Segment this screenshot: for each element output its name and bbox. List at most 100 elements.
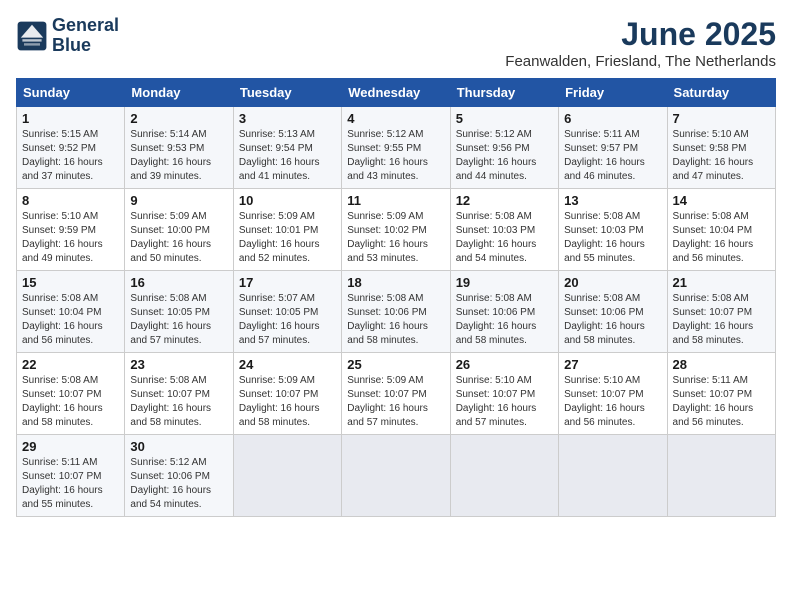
weekday-header-friday: Friday [559, 79, 667, 107]
page-header: General Blue June 2025 Feanwalden, Fries… [16, 16, 776, 70]
day-number: 10 [239, 193, 336, 208]
day-number: 8 [22, 193, 119, 208]
calendar-day-cell [233, 435, 341, 517]
calendar-day-cell: 4 Sunrise: 5:12 AM Sunset: 9:55 PM Dayli… [342, 107, 450, 189]
calendar-week-row: 15 Sunrise: 5:08 AM Sunset: 10:04 PM Day… [17, 271, 776, 353]
calendar-day-cell: 26 Sunrise: 5:10 AM Sunset: 10:07 PM Day… [450, 353, 558, 435]
day-info: Sunrise: 5:08 AM Sunset: 10:03 PM Daylig… [456, 210, 553, 266]
day-info: Sunrise: 5:08 AM Sunset: 10:07 PM Daylig… [130, 374, 227, 430]
calendar-day-cell: 25 Sunrise: 5:09 AM Sunset: 10:07 PM Day… [342, 353, 450, 435]
day-number: 17 [239, 275, 336, 290]
day-number: 26 [456, 357, 553, 372]
day-info: Sunrise: 5:08 AM Sunset: 10:06 PM Daylig… [347, 292, 444, 348]
day-number: 18 [347, 275, 444, 290]
day-info: Sunrise: 5:11 AM Sunset: 10:07 PM Daylig… [22, 456, 119, 512]
calendar-day-cell: 29 Sunrise: 5:11 AM Sunset: 10:07 PM Day… [17, 435, 125, 517]
location-title: Feanwalden, Friesland, The Netherlands [505, 53, 776, 70]
day-number: 22 [22, 357, 119, 372]
day-number: 27 [564, 357, 661, 372]
calendar-day-cell: 8 Sunrise: 5:10 AM Sunset: 9:59 PM Dayli… [17, 189, 125, 271]
calendar-day-cell: 5 Sunrise: 5:12 AM Sunset: 9:56 PM Dayli… [450, 107, 558, 189]
day-info: Sunrise: 5:08 AM Sunset: 10:06 PM Daylig… [456, 292, 553, 348]
calendar-day-cell: 12 Sunrise: 5:08 AM Sunset: 10:03 PM Day… [450, 189, 558, 271]
day-info: Sunrise: 5:15 AM Sunset: 9:52 PM Dayligh… [22, 128, 119, 184]
weekday-header-monday: Monday [125, 79, 233, 107]
calendar-day-cell: 30 Sunrise: 5:12 AM Sunset: 10:06 PM Day… [125, 435, 233, 517]
calendar-day-cell: 24 Sunrise: 5:09 AM Sunset: 10:07 PM Day… [233, 353, 341, 435]
calendar-day-cell: 16 Sunrise: 5:08 AM Sunset: 10:05 PM Day… [125, 271, 233, 353]
calendar-day-cell [667, 435, 775, 517]
calendar-day-cell: 14 Sunrise: 5:08 AM Sunset: 10:04 PM Day… [667, 189, 775, 271]
day-info: Sunrise: 5:10 AM Sunset: 9:59 PM Dayligh… [22, 210, 119, 266]
day-info: Sunrise: 5:11 AM Sunset: 10:07 PM Daylig… [673, 374, 770, 430]
day-info: Sunrise: 5:08 AM Sunset: 10:04 PM Daylig… [22, 292, 119, 348]
weekday-header-sunday: Sunday [17, 79, 125, 107]
day-number: 16 [130, 275, 227, 290]
day-info: Sunrise: 5:14 AM Sunset: 9:53 PM Dayligh… [130, 128, 227, 184]
day-info: Sunrise: 5:13 AM Sunset: 9:54 PM Dayligh… [239, 128, 336, 184]
day-number: 4 [347, 111, 444, 126]
day-number: 1 [22, 111, 119, 126]
calendar-day-cell: 21 Sunrise: 5:08 AM Sunset: 10:07 PM Day… [667, 271, 775, 353]
day-number: 6 [564, 111, 661, 126]
calendar-day-cell: 19 Sunrise: 5:08 AM Sunset: 10:06 PM Day… [450, 271, 558, 353]
day-info: Sunrise: 5:08 AM Sunset: 10:05 PM Daylig… [130, 292, 227, 348]
month-title: June 2025 [505, 16, 776, 53]
day-info: Sunrise: 5:09 AM Sunset: 10:07 PM Daylig… [239, 374, 336, 430]
weekday-header-tuesday: Tuesday [233, 79, 341, 107]
calendar-day-cell: 7 Sunrise: 5:10 AM Sunset: 9:58 PM Dayli… [667, 107, 775, 189]
day-number: 9 [130, 193, 227, 208]
day-info: Sunrise: 5:08 AM Sunset: 10:06 PM Daylig… [564, 292, 661, 348]
day-info: Sunrise: 5:09 AM Sunset: 10:07 PM Daylig… [347, 374, 444, 430]
calendar-day-cell [450, 435, 558, 517]
calendar-week-row: 1 Sunrise: 5:15 AM Sunset: 9:52 PM Dayli… [17, 107, 776, 189]
day-number: 23 [130, 357, 227, 372]
calendar-day-cell: 9 Sunrise: 5:09 AM Sunset: 10:00 PM Dayl… [125, 189, 233, 271]
calendar-day-cell: 17 Sunrise: 5:07 AM Sunset: 10:05 PM Day… [233, 271, 341, 353]
calendar-day-cell [342, 435, 450, 517]
day-info: Sunrise: 5:11 AM Sunset: 9:57 PM Dayligh… [564, 128, 661, 184]
logo-text: General Blue [52, 16, 119, 56]
day-number: 2 [130, 111, 227, 126]
day-number: 13 [564, 193, 661, 208]
calendar-day-cell: 10 Sunrise: 5:09 AM Sunset: 10:01 PM Day… [233, 189, 341, 271]
day-number: 28 [673, 357, 770, 372]
day-info: Sunrise: 5:08 AM Sunset: 10:07 PM Daylig… [673, 292, 770, 348]
day-number: 3 [239, 111, 336, 126]
calendar-day-cell: 6 Sunrise: 5:11 AM Sunset: 9:57 PM Dayli… [559, 107, 667, 189]
calendar-table: SundayMondayTuesdayWednesdayThursdayFrid… [16, 78, 776, 517]
day-number: 30 [130, 439, 227, 454]
day-number: 21 [673, 275, 770, 290]
calendar-day-cell: 18 Sunrise: 5:08 AM Sunset: 10:06 PM Day… [342, 271, 450, 353]
day-number: 7 [673, 111, 770, 126]
day-number: 25 [347, 357, 444, 372]
calendar-day-cell: 2 Sunrise: 5:14 AM Sunset: 9:53 PM Dayli… [125, 107, 233, 189]
day-info: Sunrise: 5:09 AM Sunset: 10:00 PM Daylig… [130, 210, 227, 266]
calendar-day-cell: 3 Sunrise: 5:13 AM Sunset: 9:54 PM Dayli… [233, 107, 341, 189]
day-info: Sunrise: 5:08 AM Sunset: 10:04 PM Daylig… [673, 210, 770, 266]
calendar-day-cell: 22 Sunrise: 5:08 AM Sunset: 10:07 PM Day… [17, 353, 125, 435]
weekday-header-saturday: Saturday [667, 79, 775, 107]
calendar-day-cell: 27 Sunrise: 5:10 AM Sunset: 10:07 PM Day… [559, 353, 667, 435]
calendar-day-cell: 11 Sunrise: 5:09 AM Sunset: 10:02 PM Day… [342, 189, 450, 271]
weekday-header-row: SundayMondayTuesdayWednesdayThursdayFrid… [17, 79, 776, 107]
day-number: 20 [564, 275, 661, 290]
day-info: Sunrise: 5:10 AM Sunset: 9:58 PM Dayligh… [673, 128, 770, 184]
logo: General Blue [16, 16, 119, 56]
day-number: 14 [673, 193, 770, 208]
calendar-week-row: 8 Sunrise: 5:10 AM Sunset: 9:59 PM Dayli… [17, 189, 776, 271]
day-number: 5 [456, 111, 553, 126]
day-info: Sunrise: 5:12 AM Sunset: 10:06 PM Daylig… [130, 456, 227, 512]
day-number: 12 [456, 193, 553, 208]
day-number: 29 [22, 439, 119, 454]
calendar-day-cell: 15 Sunrise: 5:08 AM Sunset: 10:04 PM Day… [17, 271, 125, 353]
weekday-header-wednesday: Wednesday [342, 79, 450, 107]
calendar-week-row: 29 Sunrise: 5:11 AM Sunset: 10:07 PM Day… [17, 435, 776, 517]
day-number: 19 [456, 275, 553, 290]
calendar-day-cell: 28 Sunrise: 5:11 AM Sunset: 10:07 PM Day… [667, 353, 775, 435]
weekday-header-thursday: Thursday [450, 79, 558, 107]
day-info: Sunrise: 5:07 AM Sunset: 10:05 PM Daylig… [239, 292, 336, 348]
day-info: Sunrise: 5:12 AM Sunset: 9:55 PM Dayligh… [347, 128, 444, 184]
calendar-day-cell: 20 Sunrise: 5:08 AM Sunset: 10:06 PM Day… [559, 271, 667, 353]
calendar-day-cell [559, 435, 667, 517]
